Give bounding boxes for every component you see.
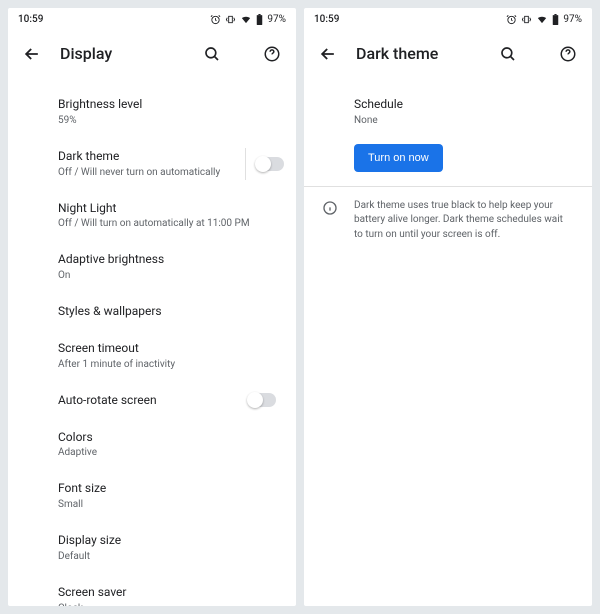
status-bar: 10:59 97% xyxy=(8,8,296,30)
help-button[interactable] xyxy=(556,42,580,66)
setting-brightness-level[interactable]: Brightness level 59% xyxy=(8,86,296,138)
alarm-icon xyxy=(506,14,517,25)
settings-list[interactable]: Brightness level 59% Dark theme Off / Wi… xyxy=(8,78,296,606)
app-bar: Dark theme xyxy=(304,30,592,78)
search-icon xyxy=(499,45,517,63)
search-button[interactable] xyxy=(496,42,520,66)
status-icons: 97% xyxy=(210,14,286,25)
search-button[interactable] xyxy=(200,42,224,66)
setting-night-light[interactable]: Night Light Off / Will turn on automatic… xyxy=(8,190,296,242)
info-text: Dark theme uses true black to help keep … xyxy=(354,199,572,243)
setting-screen-timeout[interactable]: Screen timeout After 1 minute of inactiv… xyxy=(8,330,296,382)
setting-dark-theme[interactable]: Dark theme Off / Will never turn on auto… xyxy=(8,138,296,190)
info-icon xyxy=(322,200,338,216)
setting-screen-saver[interactable]: Screen saver Clock xyxy=(8,574,296,606)
status-bar: 10:59 97% xyxy=(304,8,592,30)
dark-theme-content: Schedule None Turn on now Dark theme use… xyxy=(304,78,592,606)
setting-colors[interactable]: Colors Adaptive xyxy=(8,419,296,471)
wifi-icon xyxy=(536,14,548,25)
back-button[interactable] xyxy=(20,42,44,66)
battery-icon xyxy=(552,14,559,25)
status-time: 10:59 xyxy=(18,14,43,25)
battery-percent: 97% xyxy=(563,14,582,25)
setting-auto-rotate[interactable]: Auto-rotate screen xyxy=(8,382,296,419)
status-time: 10:59 xyxy=(314,14,339,25)
status-icons: 97% xyxy=(506,14,582,25)
setting-font-size[interactable]: Font size Small xyxy=(8,470,296,522)
vibrate-icon xyxy=(225,14,236,25)
arrow-left-icon xyxy=(318,44,338,64)
setting-display-size[interactable]: Display size Default xyxy=(8,522,296,574)
setting-styles-wallpapers[interactable]: Styles & wallpapers xyxy=(8,293,296,330)
arrow-left-icon xyxy=(22,44,42,64)
auto-rotate-toggle[interactable] xyxy=(248,393,276,407)
help-icon xyxy=(263,45,281,63)
vibrate-icon xyxy=(521,14,532,25)
schedule-row[interactable]: Schedule None xyxy=(304,86,592,138)
wifi-icon xyxy=(240,14,252,25)
battery-percent: 97% xyxy=(267,14,286,25)
page-title: Display xyxy=(60,44,184,63)
page-title: Dark theme xyxy=(356,44,480,63)
phone-dark-theme-settings: 10:59 97% Dark theme Schedule None Turn … xyxy=(304,8,592,606)
setting-adaptive-brightness[interactable]: Adaptive brightness On xyxy=(8,241,296,293)
help-icon xyxy=(559,45,577,63)
search-icon xyxy=(203,45,221,63)
dark-theme-toggle[interactable] xyxy=(256,157,284,171)
alarm-icon xyxy=(210,14,221,25)
back-button[interactable] xyxy=(316,42,340,66)
turn-on-now-button[interactable]: Turn on now xyxy=(354,144,443,172)
info-row: Dark theme uses true black to help keep … xyxy=(304,187,592,255)
phone-display-settings: 10:59 97% Display Brightness level 59% xyxy=(8,8,296,606)
help-button[interactable] xyxy=(260,42,284,66)
app-bar: Display xyxy=(8,30,296,78)
battery-icon xyxy=(256,14,263,25)
